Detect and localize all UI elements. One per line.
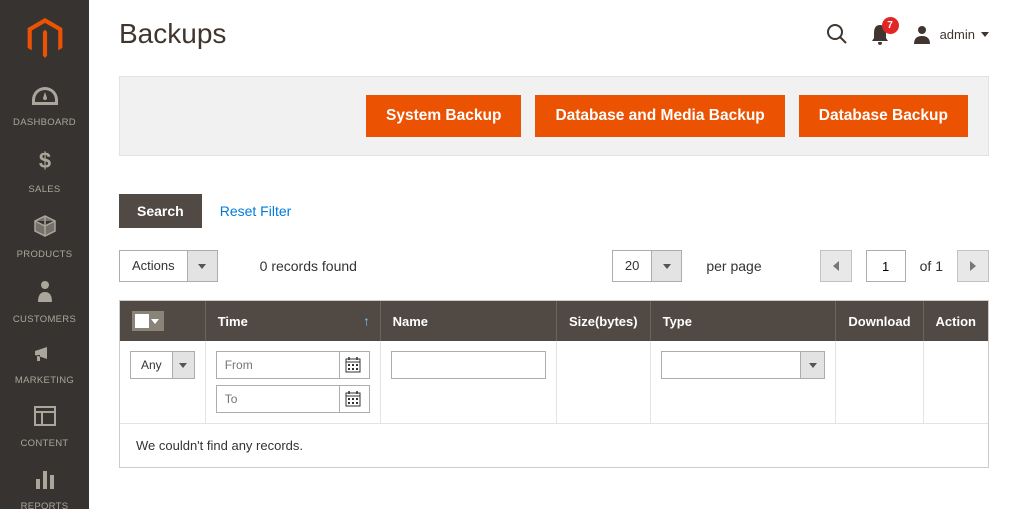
chevron-down-icon [187, 251, 217, 281]
backups-grid: Time↑ Name Size(bytes) Type Download Act… [119, 300, 989, 468]
mass-actions-select[interactable]: Actions [119, 250, 218, 282]
megaphone-icon [0, 345, 89, 366]
col-size[interactable]: Size(bytes) [556, 301, 650, 341]
system-backup-button[interactable]: System Backup [366, 95, 521, 137]
sidebar-item-products[interactable]: PRODUCTS [0, 203, 89, 268]
sidebar-item-content[interactable]: CONTENT [0, 394, 89, 457]
username: admin [940, 27, 975, 42]
chevron-down-icon [981, 32, 989, 37]
dollar-icon: $ [0, 148, 89, 175]
bars-icon [0, 469, 89, 492]
chevron-down-icon [151, 319, 159, 324]
calendar-icon[interactable] [339, 352, 367, 378]
col-name[interactable]: Name [380, 301, 556, 341]
sidebar-item-customers[interactable]: CUSTOMERS [0, 268, 89, 333]
chevron-down-icon [651, 251, 681, 281]
page-title: Backups [119, 18, 826, 50]
chevron-left-icon [833, 261, 839, 271]
filter-any-select[interactable]: Any [130, 351, 195, 379]
database-backup-button[interactable]: Database Backup [799, 95, 968, 137]
sidebar-item-dashboard[interactable]: DASHBOARD [0, 75, 89, 136]
search-icon[interactable] [826, 23, 848, 45]
col-type[interactable]: Type [650, 301, 836, 341]
sidebar-label: DASHBOARD [13, 117, 76, 128]
calendar-icon[interactable] [339, 386, 367, 412]
sidebar-label: CONTENT [20, 438, 68, 449]
svg-text:$: $ [38, 148, 50, 172]
page-number-input[interactable] [866, 250, 906, 282]
filter-controls: Search Reset Filter [119, 194, 989, 228]
action-bar: System Backup Database and Media Backup … [119, 76, 989, 156]
sort-asc-icon: ↑ [363, 314, 370, 329]
grid-toolbar: Actions 0 records found 20 per page of 1 [119, 250, 989, 282]
sidebar-label: CUSTOMERS [13, 314, 76, 325]
sidebar-label: MARKETING [15, 375, 74, 386]
col-checkbox [120, 301, 205, 341]
next-page-button[interactable] [957, 250, 989, 282]
page-header: Backups 7 admin [119, 0, 989, 76]
chevron-right-icon [970, 261, 976, 271]
user-menu[interactable]: admin [912, 24, 989, 44]
chevron-down-icon [172, 352, 194, 378]
reset-filter-link[interactable]: Reset Filter [220, 203, 292, 219]
mass-actions-label: Actions [120, 251, 187, 281]
user-icon [912, 24, 932, 44]
filter-time-from-input[interactable] [217, 352, 339, 378]
notifications-button[interactable]: 7 [870, 23, 890, 45]
person-icon [0, 280, 89, 305]
col-time[interactable]: Time↑ [205, 301, 380, 341]
filter-type-select[interactable] [661, 351, 826, 379]
notification-badge: 7 [882, 17, 899, 34]
database-media-backup-button[interactable]: Database and Media Backup [535, 95, 784, 137]
sidebar-label: REPORTS [21, 501, 69, 509]
records-count: 0 records found [260, 258, 357, 274]
page-total-label: of 1 [920, 258, 943, 274]
filter-row: Any [120, 341, 988, 424]
sidebar-item-sales[interactable]: $ SALES [0, 136, 89, 203]
box-icon [0, 215, 89, 240]
col-action[interactable]: Action [923, 301, 988, 341]
col-download[interactable]: Download [836, 301, 923, 341]
filter-time-to-input[interactable] [217, 386, 339, 412]
admin-sidebar: DASHBOARD $ SALES PRODUCTS CUSTOMERS MAR… [0, 0, 89, 509]
filter-name-input[interactable] [391, 351, 546, 379]
page-size-value: 20 [613, 251, 651, 281]
sidebar-item-marketing[interactable]: MARKETING [0, 333, 89, 394]
sidebar-label: SALES [28, 184, 60, 195]
select-all-checkbox[interactable] [132, 311, 164, 331]
magento-logo[interactable] [0, 0, 89, 75]
sidebar-item-reports[interactable]: REPORTS [0, 457, 89, 509]
page-size-select[interactable]: 20 [612, 250, 682, 282]
per-page-label: per page [706, 258, 761, 274]
prev-page-button[interactable] [820, 250, 852, 282]
sidebar-label: PRODUCTS [17, 249, 73, 260]
empty-row: We couldn't find any records. [120, 424, 988, 468]
layout-icon [0, 406, 89, 429]
dashboard-icon [0, 87, 89, 108]
search-button[interactable]: Search [119, 194, 202, 228]
empty-message: We couldn't find any records. [120, 424, 988, 468]
chevron-down-icon [800, 352, 824, 378]
